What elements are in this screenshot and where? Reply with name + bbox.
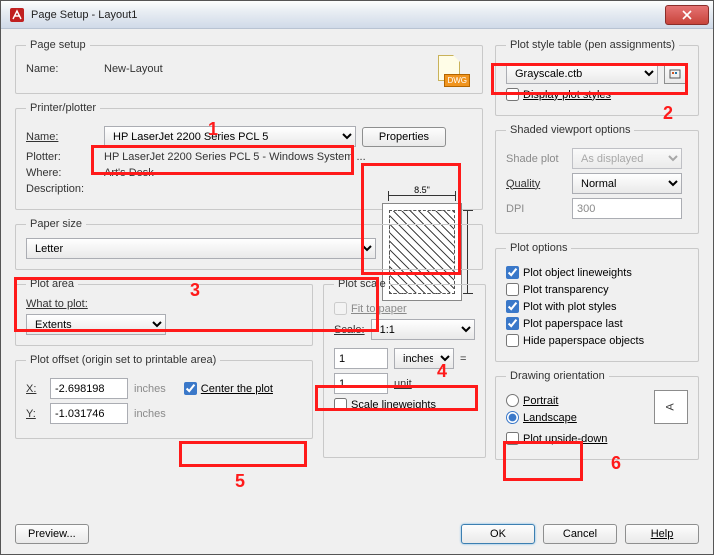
plot-offset-legend: Plot offset (origin set to printable are… [26, 354, 220, 366]
plotter-value: HP LaserJet 2200 Series PCL 5 - Windows … [104, 151, 366, 163]
ok-button[interactable]: OK [461, 524, 535, 544]
dpi-label: DPI [506, 203, 566, 215]
where-label: Where: [26, 167, 98, 179]
paper-size-legend: Paper size [26, 218, 86, 230]
plot-style-select[interactable]: Grayscale.ctb [506, 63, 658, 84]
offset-x-label: X: [26, 383, 44, 395]
scale-select[interactable]: 1:1 [371, 319, 475, 340]
portrait-radio[interactable]: Portrait [506, 394, 648, 407]
scale-lineweights-checkbox[interactable]: Scale lineweights [334, 398, 475, 411]
preview-button[interactable]: Preview... [15, 524, 89, 544]
offset-x-units: inches [134, 383, 166, 395]
orientation-icon: A [654, 390, 688, 424]
dpi-input [572, 198, 682, 219]
plot-style-legend: Plot style table (pen assignments) [506, 39, 679, 51]
quality-select[interactable]: Normal [572, 173, 682, 194]
edit-plot-style-button[interactable] [664, 63, 686, 84]
plot-style-group: Plot style table (pen assignments) Grays… [495, 39, 699, 116]
scale-unit-input[interactable] [334, 373, 388, 394]
fit-to-paper-checkbox[interactable]: Fit to paper [334, 302, 475, 315]
plot-paperspace-last-checkbox[interactable]: Plot paperspace last [506, 317, 688, 330]
plot-scale-group: Plot scale Fit to paper Scale: 1:1 [323, 278, 486, 458]
page-setup-legend: Page setup [26, 39, 90, 51]
dwg-icon: DWG [438, 55, 468, 85]
page-name-value: New-Layout [104, 63, 163, 75]
paper-size-group: Paper size Letter [15, 218, 483, 270]
scale-numerator-input[interactable] [334, 348, 388, 369]
plot-options-legend: Plot options [506, 242, 571, 254]
plot-scale-legend: Plot scale [334, 278, 390, 290]
display-plot-styles-checkbox[interactable]: Display plot styles [506, 88, 688, 101]
offset-y-input[interactable] [50, 403, 128, 424]
plot-options-group: Plot options Plot object lineweights Plo… [495, 242, 699, 362]
shaded-viewport-group: Shaded viewport options Shade plot As di… [495, 124, 699, 234]
paper-size-select[interactable]: Letter [26, 238, 376, 259]
shade-plot-label: Shade plot [506, 153, 566, 165]
annotation-num-5: 5 [235, 471, 245, 492]
scale-units-select[interactable]: inches [394, 348, 454, 369]
printer-name-select[interactable]: HP LaserJet 2200 Series PCL 5 [104, 126, 356, 147]
equals-label: = [460, 353, 466, 365]
dialog-footer: Preview... OK Cancel Help [15, 524, 699, 544]
drawing-orientation-group: Drawing orientation Portrait Landscape A… [495, 370, 699, 460]
printer-plotter-group: Printer/plotter Name: HP LaserJet 2200 S… [15, 102, 483, 210]
description-label: Description: [26, 183, 98, 195]
page-setup-group: Page setup Name: New-Layout DWG [15, 39, 483, 94]
plot-area-legend: Plot area [26, 278, 78, 290]
cancel-button[interactable]: Cancel [543, 524, 617, 544]
hide-paperspace-checkbox[interactable]: Hide paperspace objects [506, 334, 688, 347]
plot-area-group: Plot area What to plot: Extents [15, 278, 313, 346]
shade-plot-select: As displayed [572, 148, 682, 169]
unit-label: unit [394, 378, 454, 390]
orientation-legend: Drawing orientation [506, 370, 609, 382]
center-plot-checkbox[interactable]: Center the plot [184, 382, 273, 395]
window-title: Page Setup - Layout1 [31, 9, 665, 21]
plot-transparency-checkbox[interactable]: Plot transparency [506, 283, 688, 296]
plotter-label: Plotter: [26, 151, 98, 163]
plot-object-lw-checkbox[interactable]: Plot object lineweights [506, 266, 688, 279]
page-name-label: Name: [26, 63, 98, 75]
titlebar: Page Setup - Layout1 [1, 1, 713, 29]
offset-y-label: Y: [26, 408, 44, 420]
where-value: Art's Desk [104, 167, 154, 179]
what-to-plot-label: What to plot: [26, 298, 302, 310]
offset-y-units: inches [134, 408, 166, 420]
properties-button[interactable]: Properties [362, 127, 446, 147]
plot-offset-group: Plot offset (origin set to printable are… [15, 354, 313, 439]
app-icon [9, 7, 25, 23]
quality-label: Quality [506, 178, 566, 190]
what-to-plot-select[interactable]: Extents [26, 314, 166, 335]
printer-legend: Printer/plotter [26, 102, 100, 114]
scale-label: Scale: [334, 324, 365, 336]
page-setup-window: Page Setup - Layout1 Page setup Name: Ne… [0, 0, 714, 555]
help-button[interactable]: Help [625, 524, 699, 544]
close-button[interactable] [665, 5, 709, 25]
plot-with-styles-checkbox[interactable]: Plot with plot styles [506, 300, 688, 313]
offset-x-input[interactable] [50, 378, 128, 399]
shaded-legend: Shaded viewport options [506, 124, 634, 136]
landscape-radio[interactable]: Landscape [506, 411, 648, 424]
plot-upside-down-checkbox[interactable]: Plot upside-down [506, 432, 688, 445]
printer-name-label: Name: [26, 131, 98, 143]
